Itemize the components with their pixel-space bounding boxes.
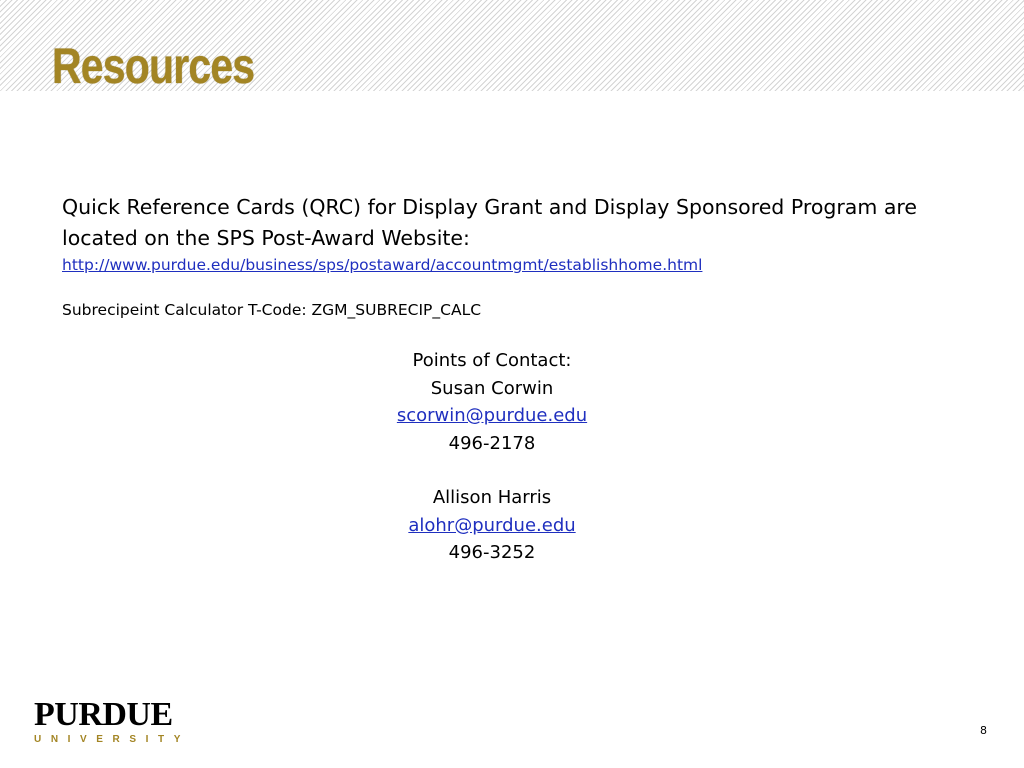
sps-website-link[interactable]: http://www.purdue.edu/business/sps/posta… bbox=[62, 254, 702, 276]
contacts-block: Points of Contact: Susan Corwin scorwin@… bbox=[342, 347, 642, 567]
page-number: 8 bbox=[980, 724, 987, 737]
logo-wordmark: PURDUE bbox=[34, 696, 173, 733]
contact-name: Susan Corwin bbox=[430, 377, 554, 399]
slide-title: Resources bbox=[52, 38, 255, 94]
contacts-heading: Points of Contact: bbox=[412, 350, 572, 371]
qrc-text-line-1: Quick Reference Cards (QRC) for Display … bbox=[62, 195, 918, 219]
tcode-text: Subrecipeint Calculator T-Code: ZGM_SUBR… bbox=[62, 301, 482, 319]
purdue-logo: PURDUE UNIVERSITY bbox=[34, 696, 194, 750]
contact-name: Allison Harris bbox=[432, 487, 552, 508]
logo-subtitle: UNIVERSITY bbox=[34, 734, 191, 745]
contact-phone: 496-3252 bbox=[448, 542, 536, 563]
contact-email-link[interactable]: alohr@purdue.edu bbox=[408, 515, 575, 536]
slide-body: Quick Reference Cards (QRC) for Display … bbox=[62, 192, 962, 320]
contact-spacer bbox=[342, 457, 642, 484]
qrc-text-line-2: located on the SPS Post-Award Website: bbox=[62, 226, 470, 250]
contact-phone: 496-2178 bbox=[448, 432, 536, 454]
contact-email-link[interactable]: scorwin@purdue.edu bbox=[397, 405, 587, 426]
